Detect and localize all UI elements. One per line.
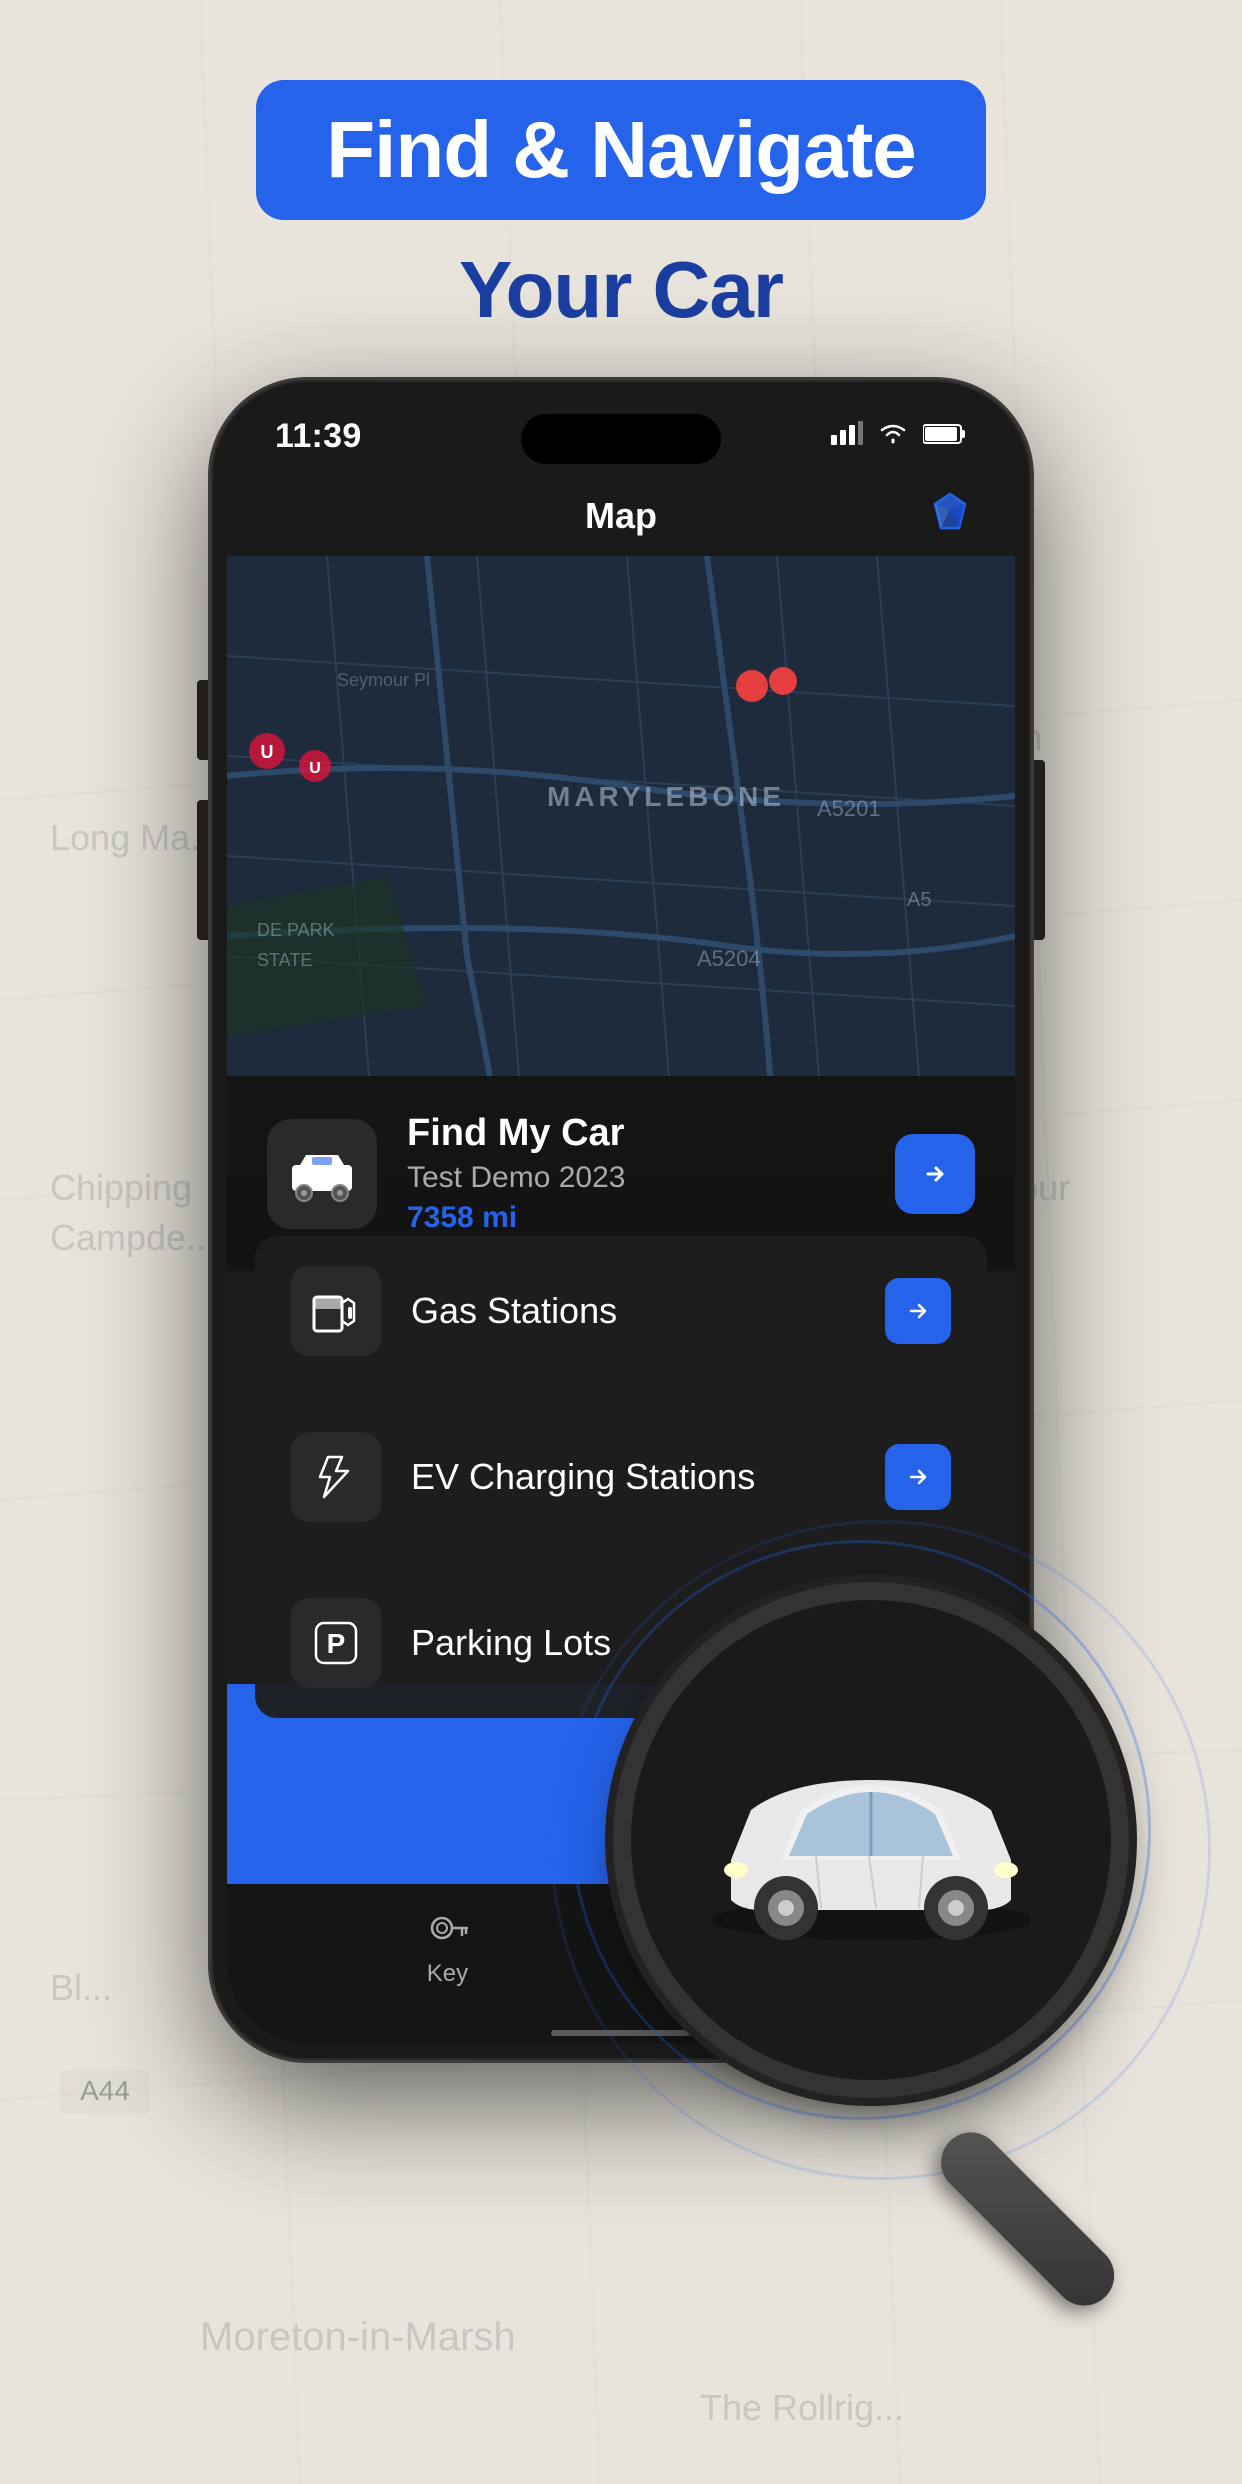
status-time: 11:39 <box>275 417 362 456</box>
car-icon-box <box>267 1119 377 1229</box>
svg-text:P: P <box>327 1628 346 1659</box>
gem-icon[interactable] <box>929 490 971 542</box>
gas-stations-arrow[interactable] <box>885 1278 951 1344</box>
find-car-subtitle: Test Demo 2023 <box>407 1161 865 1195</box>
gas-stations-label: Gas Stations <box>411 1290 855 1332</box>
magnifier-glass <box>631 1600 1111 2080</box>
phone-power-btn <box>1033 760 1045 940</box>
svg-text:The Rollrig...: The Rollrig... <box>700 2387 904 2428</box>
find-car-distance: 7358 mi <box>407 1201 865 1235</box>
svg-text:A5201: A5201 <box>817 796 881 821</box>
svg-text:Long Ma...: Long Ma... <box>50 817 220 858</box>
gas-icon-box <box>291 1266 381 1356</box>
svg-text:A44: A44 <box>80 2075 130 2106</box>
status-icons <box>831 420 967 453</box>
signal-icon <box>831 420 863 452</box>
parking-icon-box: P <box>291 1598 381 1688</box>
status-bar: 11:39 <box>227 396 1015 476</box>
app-header: Map <box>227 476 1015 556</box>
svg-text:DE PARK: DE PARK <box>257 920 335 940</box>
phone-volume-btn2 <box>197 800 209 940</box>
headline-line2: Your Car <box>459 244 783 336</box>
battery-icon <box>923 420 967 452</box>
app-header-title: Map <box>585 495 657 537</box>
phone-mockup: 11:39 <box>211 380 1031 2060</box>
svg-text:Moreton-in-Marsh: Moreton-in-Marsh <box>200 2315 516 2359</box>
svg-text:U: U <box>261 742 274 762</box>
svg-text:STATE: STATE <box>257 950 312 970</box>
dynamic-island <box>521 414 721 464</box>
svg-text:A5: A5 <box>907 889 931 911</box>
find-car-info: Find My Car Test Demo 2023 7358 mi <box>407 1112 865 1235</box>
wifi-icon <box>877 420 909 453</box>
headline-badge: Find & Navigate <box>256 80 986 220</box>
svg-text:MARYLEBONE: MARYLEBONE <box>547 781 785 812</box>
headline-line1: Find & Navigate <box>326 108 916 192</box>
find-car-title: Find My Car <box>407 1112 865 1155</box>
svg-text:Bl...: Bl... <box>50 1967 112 2008</box>
ev-icon-box <box>291 1432 381 1522</box>
svg-text:Chipping: Chipping <box>50 1167 192 1208</box>
find-car-arrow-button[interactable] <box>895 1134 975 1214</box>
svg-text:U: U <box>309 760 321 777</box>
gas-stations-item[interactable]: Gas Stations <box>255 1236 987 1386</box>
svg-text:A5204: A5204 <box>697 946 761 971</box>
phone-volume-btn <box>197 680 209 760</box>
magnifier-overlay <box>451 1440 1151 2140</box>
header: Find & Navigate Your Car <box>0 80 1242 336</box>
svg-text:Seymour Pl: Seymour Pl <box>337 670 430 690</box>
svg-text:Campde...: Campde... <box>50 1217 216 1258</box>
